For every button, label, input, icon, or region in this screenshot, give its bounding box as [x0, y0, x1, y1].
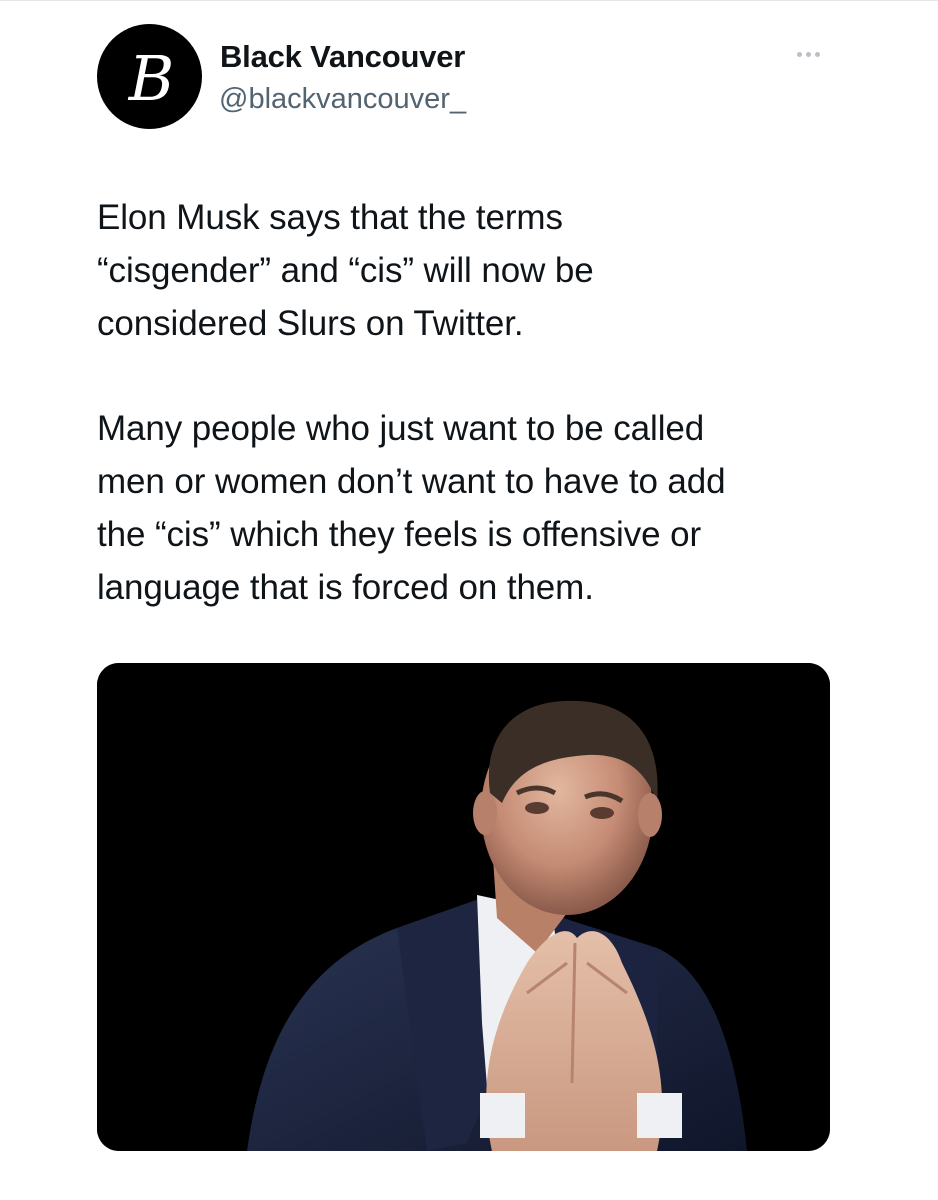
avatar-logo-letter: B: [128, 41, 175, 115]
tweet-photo[interactable]: [97, 663, 830, 1151]
author-display-name[interactable]: Black Vancouver: [220, 39, 465, 75]
tweet-card: B Black Vancouver @blackvancouver_ Elon …: [0, 0, 938, 1200]
tweet-paragraph: Elon Musk says that the terms “cisgender…: [97, 198, 594, 343]
photo-man-in-suit: [97, 663, 830, 1151]
avatar[interactable]: B: [97, 24, 202, 129]
author-handle[interactable]: @blackvancouver_: [219, 83, 466, 116]
tweet-body: Elon Musk says that the terms “cisgender…: [97, 191, 837, 614]
more-options-button[interactable]: [790, 44, 826, 64]
tweet-paragraph: Many people who just want to be called m…: [97, 409, 726, 607]
more-horizontal-icon: [796, 51, 802, 57]
